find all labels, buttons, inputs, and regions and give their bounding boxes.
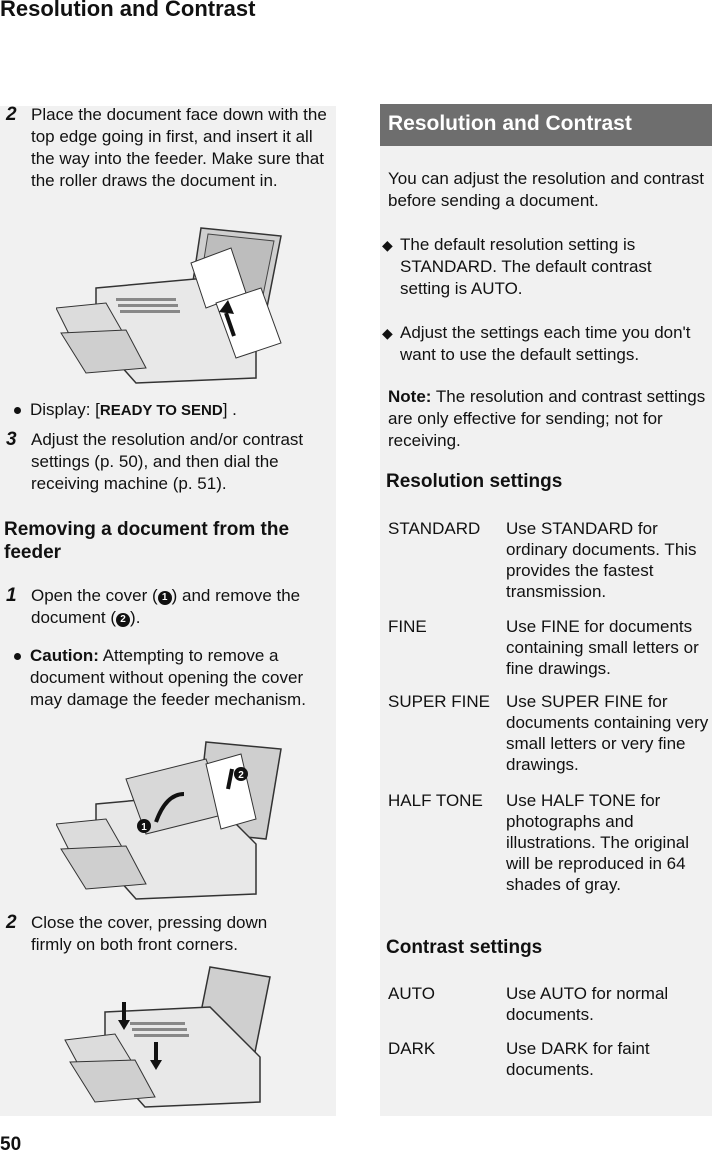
page-number: 50 bbox=[0, 1134, 22, 1155]
display-bullet: Display: [READY TO SEND] . bbox=[14, 399, 334, 422]
setting-row-standard: STANDARD Use STANDARD for ordinary docum… bbox=[388, 519, 697, 601]
bullet-dot-icon bbox=[14, 407, 21, 414]
step-open-cover: 1 Open the cover (1) and remove the docu… bbox=[0, 585, 336, 629]
contrast-settings-heading: Contrast settings bbox=[386, 937, 543, 958]
default-bullet: ◆ The default resolution setting is STAN… bbox=[382, 235, 652, 298]
step-number: 2 bbox=[6, 104, 17, 125]
fax-insert-document-illustration bbox=[56, 227, 282, 384]
display-message: READY TO SEND bbox=[99, 402, 223, 419]
setting-row-super-fine: SUPER FINE Use SUPER FINE for documents … bbox=[388, 692, 709, 774]
left-column: 2 Place the document face down with the … bbox=[0, 104, 336, 1116]
right-column: Resolution and Contrast You can adjust t… bbox=[380, 104, 712, 1116]
removing-document-heading: Removing a document from the feeder bbox=[4, 519, 290, 563]
step-adjust-settings: 3 Adjust the resolution and/or contrast … bbox=[0, 429, 336, 495]
note-text: Note: The resolution and contrast settin… bbox=[388, 387, 706, 450]
fax-open-cover-illustration: 1 2 bbox=[56, 741, 282, 900]
fax-close-cover-illustration bbox=[64, 966, 271, 1108]
caution-bullet: Caution: Attempting to remove a document… bbox=[14, 645, 336, 711]
step-text: Adjust the resolution and/or contrast se… bbox=[31, 430, 304, 493]
svg-text:2: 2 bbox=[238, 770, 244, 781]
bullet-dot-icon bbox=[14, 653, 21, 660]
svg-text:1: 1 bbox=[141, 822, 147, 833]
setting-row-dark: DARK Use DARK for faint documents. bbox=[388, 1039, 650, 1079]
step-text: Open the cover (1) and remove the docume… bbox=[31, 586, 301, 627]
intro-text: You can adjust the resolution and contra… bbox=[388, 169, 704, 210]
step-place-document: 2 Place the document face down with the … bbox=[0, 104, 336, 192]
adjust-bullet: ◆ Adjust the settings each time you don'… bbox=[382, 323, 691, 364]
section-banner: Resolution and Contrast bbox=[380, 104, 712, 146]
step-number: 1 bbox=[6, 585, 17, 606]
diamond-bullet-icon: ◆ bbox=[382, 237, 393, 253]
setting-row-auto: AUTO Use AUTO for normal documents. bbox=[388, 984, 669, 1024]
marker-1-icon: 1 bbox=[157, 591, 172, 605]
diamond-bullet-icon: ◆ bbox=[382, 325, 393, 341]
step-number: 3 bbox=[6, 429, 17, 450]
step-close-cover: 2 Close the cover, pressing down firmly … bbox=[0, 912, 336, 956]
step-text: Close the cover, pressing down firmly on… bbox=[31, 913, 268, 954]
resolution-settings-heading: Resolution settings bbox=[386, 471, 563, 492]
setting-row-fine: FINE Use FINE for documents containing s… bbox=[388, 617, 699, 678]
marker-2-icon: 2 bbox=[116, 613, 131, 627]
setting-row-half-tone: HALF TONE Use HALF TONE for photographs … bbox=[388, 791, 689, 894]
step-text: Place the document face down with the to… bbox=[31, 105, 327, 190]
step-number: 2 bbox=[6, 912, 17, 933]
page-title: Resolution and Contrast bbox=[0, 0, 256, 21]
